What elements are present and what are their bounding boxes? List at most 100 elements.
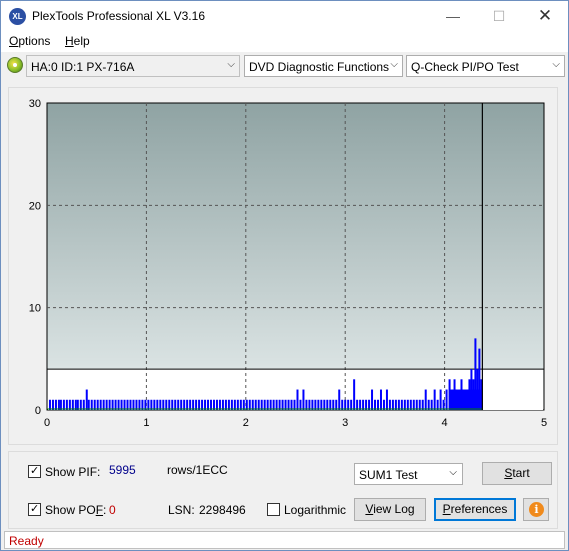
test-type-value: SUM1 Test: [359, 468, 418, 482]
data-bar: [233, 399, 236, 410]
chart-panel: 0 1 2 3 4 5 0 10 20 30: [8, 87, 558, 445]
data-bar: [111, 399, 114, 410]
data-bar: [263, 399, 266, 410]
data-bar: [99, 399, 102, 410]
x-tick-label: 0: [44, 417, 50, 429]
menu-help-mnemonic: H: [65, 34, 74, 48]
data-bar: [430, 399, 433, 410]
y-tick-label: 20: [29, 200, 41, 212]
pif-value: 5995: [109, 463, 136, 477]
data-bar: [215, 399, 218, 410]
lsn-label: LSN:: [168, 503, 195, 517]
data-bar: [427, 399, 430, 410]
data-bar: [296, 389, 299, 410]
data-bar: [382, 399, 385, 410]
data-bar: [439, 389, 442, 410]
data-bar: [212, 399, 215, 410]
data-bar: [400, 399, 403, 410]
data-bar: [132, 399, 135, 410]
data-bar: [144, 399, 147, 410]
data-bar: [93, 399, 96, 410]
logarithmic-label: Logarithmic: [284, 503, 347, 517]
preferences-button[interactable]: Preferences: [434, 498, 516, 521]
chevron-down-icon: ⌵: [552, 59, 560, 70]
data-bar: [74, 399, 77, 410]
data-bar: [287, 399, 290, 410]
data-bar: [201, 399, 204, 410]
info-button[interactable]: i: [523, 498, 549, 521]
data-bar: [406, 399, 409, 410]
menu-options[interactable]: Options: [9, 34, 50, 48]
data-bar: [218, 399, 221, 410]
app-window: XL PlexTools Professional XL V3.16 — ☐ ✕…: [0, 0, 569, 551]
menu-options-label: ptions: [18, 34, 51, 48]
minimize-button[interactable]: —: [430, 1, 476, 31]
data-bar: [308, 399, 311, 410]
data-bar: [290, 399, 293, 410]
app-logo-icon: XL: [9, 8, 26, 25]
show-pof-label-text: Show PO: [45, 503, 96, 517]
data-bar: [165, 399, 168, 410]
data-bar: [204, 399, 207, 410]
data-bar: [76, 399, 79, 410]
close-button[interactable]: ✕: [522, 1, 568, 31]
data-bar: [442, 399, 445, 410]
drive-select[interactable]: HA:0 ID:1 PX-716A ⌵: [26, 55, 240, 77]
data-bar: [62, 399, 65, 410]
logarithmic-checkbox[interactable]: [267, 503, 280, 516]
data-bar: [120, 399, 123, 410]
data-bar: [359, 399, 362, 410]
data-bar: [96, 399, 99, 410]
preferences-label: references: [450, 502, 508, 516]
title-bar[interactable]: XL PlexTools Professional XL V3.16 — ☐ ✕: [1, 1, 568, 31]
function-select[interactable]: DVD Diagnostic Functions ⌵: [244, 55, 403, 77]
data-bar: [82, 399, 85, 410]
data-bar: [192, 399, 195, 410]
view-log-button[interactable]: View Log: [354, 498, 426, 521]
x-tick-label: 2: [243, 417, 249, 429]
data-bar: [141, 399, 144, 410]
data-bar: [347, 399, 350, 410]
show-pif-label: Show PIF:: [45, 465, 101, 479]
x-tick-label: 3: [342, 417, 348, 429]
data-bar: [326, 399, 329, 410]
data-bar: [242, 399, 245, 410]
data-bar: [171, 399, 174, 410]
status-bar: Ready: [4, 531, 565, 549]
data-bar: [147, 399, 150, 410]
data-bar: [85, 389, 88, 410]
data-bar: [251, 399, 254, 410]
show-pif-checkbox[interactable]: [28, 464, 41, 478]
data-bar: [403, 399, 406, 410]
maximize-button[interactable]: ☐: [476, 1, 522, 31]
data-bar: [239, 399, 242, 410]
status-text: Ready: [9, 534, 44, 548]
test-select[interactable]: Q-Check PI/PO Test ⌵: [406, 55, 565, 77]
data-bar: [87, 399, 90, 410]
x-tick-label: 1: [143, 417, 149, 429]
data-bar: [445, 389, 448, 410]
data-bar: [186, 399, 189, 410]
menu-help[interactable]: Help: [65, 34, 90, 48]
data-bar: [436, 399, 439, 410]
data-bar: [245, 399, 248, 410]
data-bar: [126, 399, 129, 410]
data-bar: [371, 389, 374, 410]
toolbar: HA:0 ID:1 PX-716A ⌵ DVD Diagnostic Funct…: [1, 52, 568, 81]
window-title: PlexTools Professional XL V3.16: [32, 9, 205, 23]
data-bar: [368, 399, 371, 410]
data-bar: [323, 399, 326, 410]
show-pof-checkbox[interactable]: [28, 502, 41, 516]
menu-options-mnemonic: O: [9, 34, 19, 48]
data-bar: [293, 399, 296, 410]
chevron-down-icon: ⌵: [449, 467, 457, 478]
data-bar: [254, 399, 257, 410]
data-bar: [269, 399, 272, 410]
start-button[interactable]: Start: [482, 462, 552, 485]
test-type-select[interactable]: SUM1 Test ⌵: [354, 463, 463, 485]
data-bar: [156, 399, 159, 410]
data-bar: [397, 399, 400, 410]
data-bar: [117, 399, 120, 410]
pipo-chart: 0 1 2 3 4 5 0 10 20 30: [29, 98, 547, 429]
data-bar: [433, 389, 436, 410]
